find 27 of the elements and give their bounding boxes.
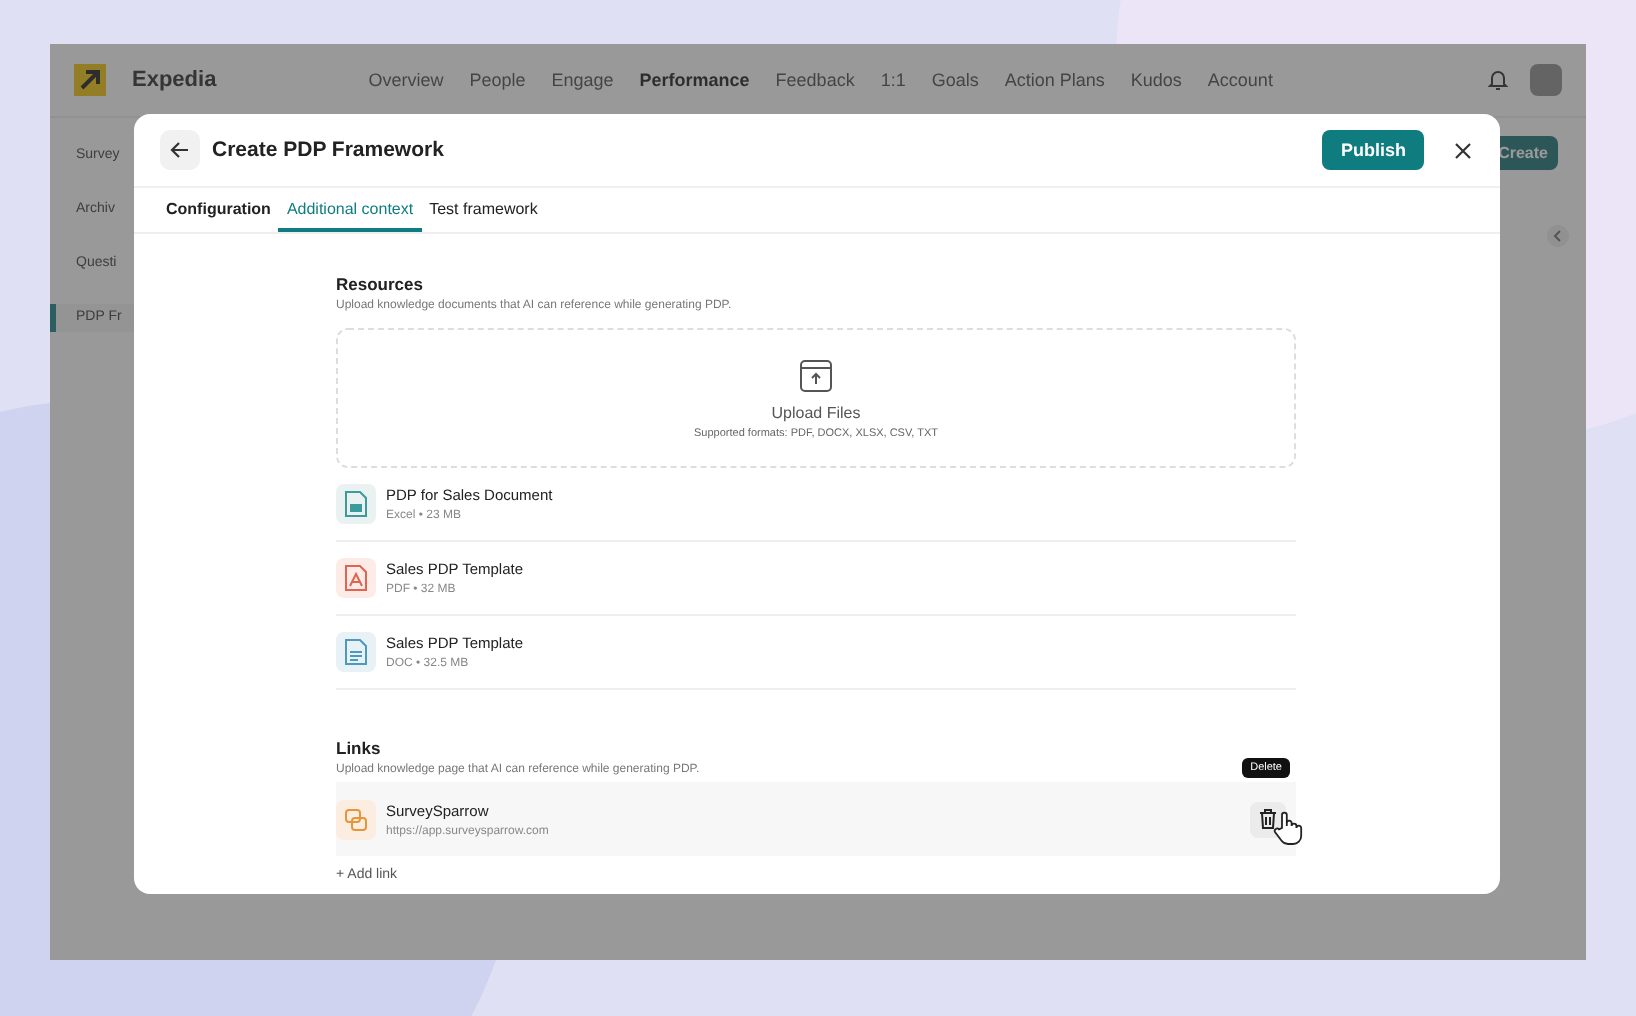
nav-item[interactable]: Feedback bbox=[775, 70, 855, 90]
arrow-logo-icon bbox=[74, 64, 106, 96]
nav-item[interactable]: Overview bbox=[368, 70, 444, 90]
section-title: Resources bbox=[336, 274, 425, 294]
nav-item[interactable]: Performance bbox=[639, 70, 750, 90]
link-squares-icon bbox=[344, 807, 368, 831]
upload-icon bbox=[798, 357, 834, 393]
nav-item[interactable]: Goals bbox=[931, 70, 979, 90]
bell-icon[interactable] bbox=[1486, 68, 1510, 92]
publish-button[interactable]: Publish bbox=[1322, 130, 1424, 170]
close-icon[interactable] bbox=[1454, 141, 1472, 159]
tab[interactable]: Additional context bbox=[278, 188, 422, 232]
modal-title: Create PDP Framework bbox=[212, 138, 444, 162]
nav-item[interactable]: Account bbox=[1207, 70, 1273, 90]
brand-name: Expedia bbox=[132, 68, 217, 92]
nav-item[interactable]: Action Plans bbox=[1004, 70, 1105, 90]
tab[interactable]: Test framework bbox=[421, 188, 546, 232]
trash-icon bbox=[1258, 808, 1278, 830]
tab[interactable]: Configuration bbox=[158, 188, 279, 232]
nav-item[interactable]: 1:1 bbox=[880, 70, 906, 90]
back-button[interactable] bbox=[160, 130, 200, 170]
nav-item[interactable]: Engage bbox=[551, 70, 614, 90]
nav-item[interactable]: People bbox=[469, 70, 526, 90]
nav-item[interactable]: Kudos bbox=[1130, 70, 1182, 90]
upload-title: Upload Files bbox=[771, 403, 861, 421]
section-title: Links bbox=[336, 738, 383, 758]
back-arrow-icon bbox=[170, 140, 190, 160]
